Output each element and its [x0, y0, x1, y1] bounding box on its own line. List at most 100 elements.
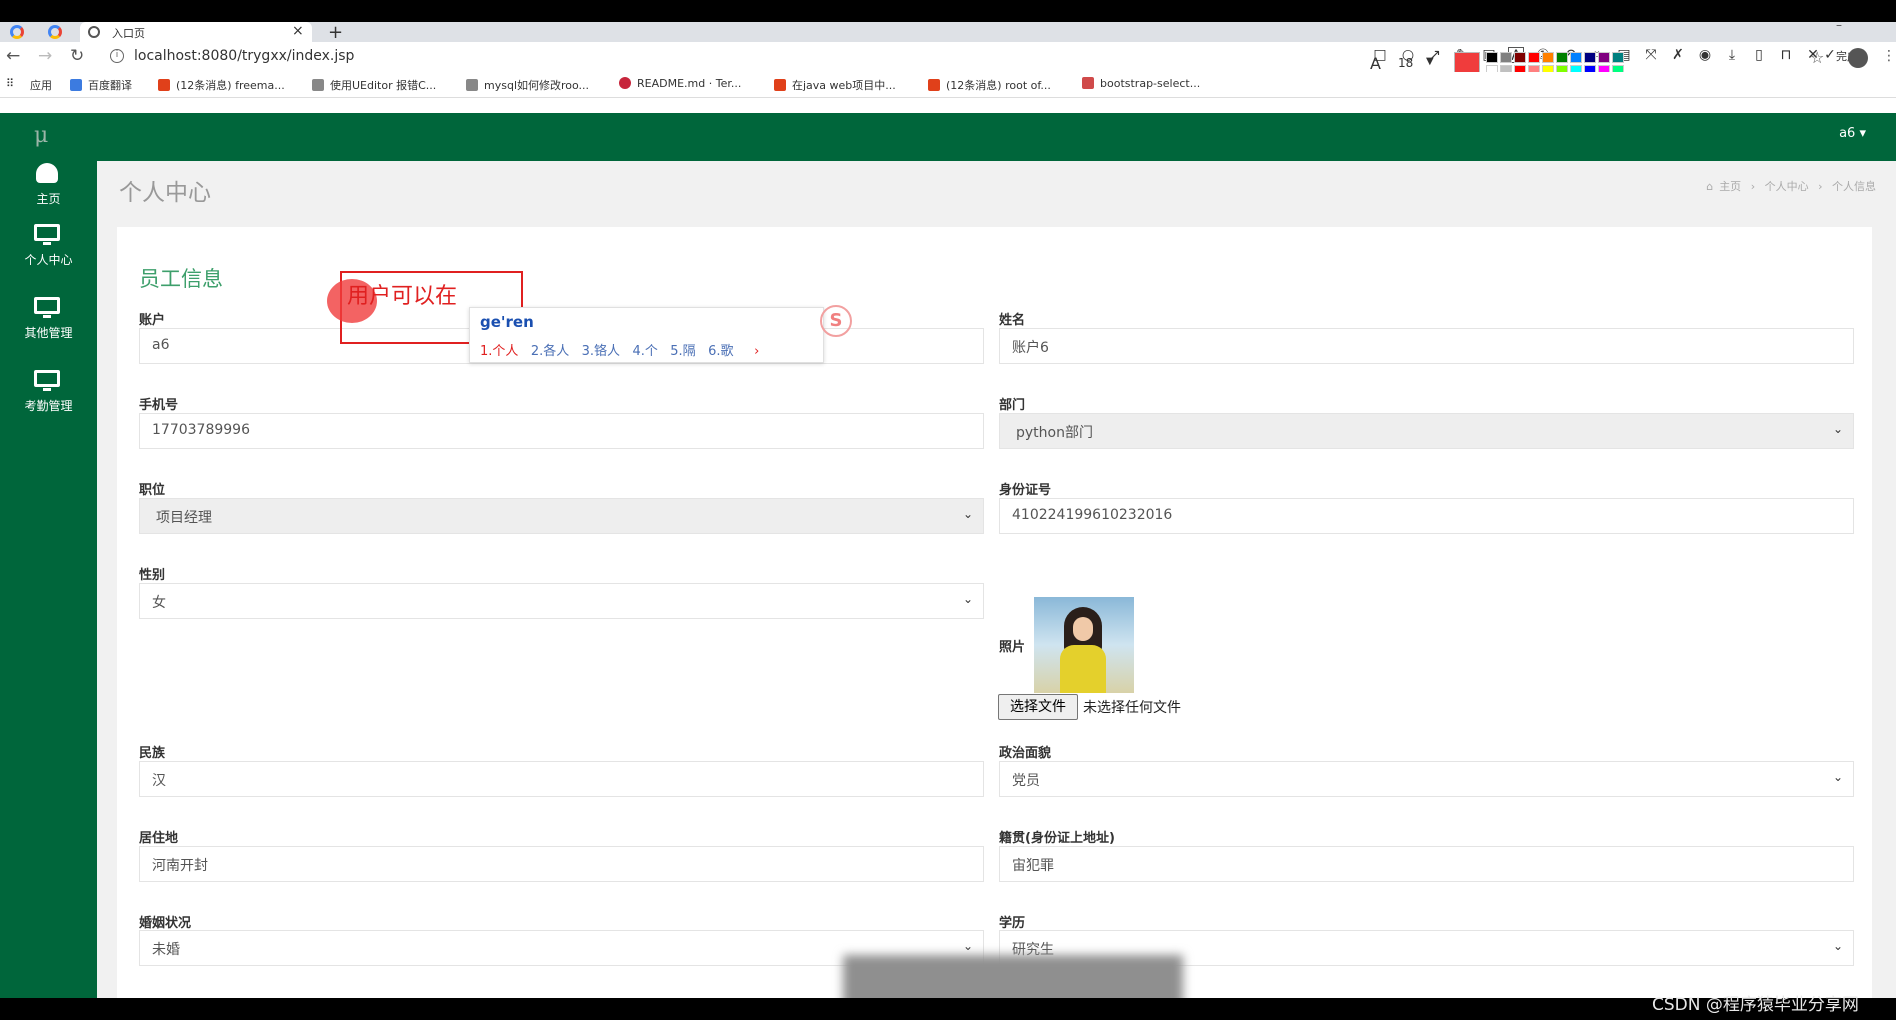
id-number-input[interactable]: 410224199610232016	[999, 498, 1854, 534]
color-swatch[interactable]	[1486, 52, 1498, 63]
choose-file-button[interactable]: 选择文件	[998, 694, 1078, 720]
marital-status-value: 未婚	[152, 942, 180, 958]
ime-candidate[interactable]: 1.个人	[480, 344, 518, 359]
ime-next-page-icon[interactable]: ›	[754, 344, 759, 359]
sidebar-item-other-management[interactable]: 其他管理	[0, 297, 97, 357]
info-icon[interactable]: i	[110, 49, 124, 63]
csdn-icon	[158, 79, 170, 91]
ime-candidate[interactable]: 6.歌	[708, 344, 733, 359]
color-swatch[interactable]	[1612, 52, 1624, 63]
url-field[interactable]: localhost:8080/trygxx/index.jsp	[134, 48, 354, 64]
political-status-select[interactable]: 党员 ⌄	[999, 761, 1854, 797]
photo-label: 照片	[999, 640, 1026, 655]
bookmark-item[interactable]: bootstrap-select...	[1082, 77, 1200, 90]
minimize-icon[interactable]: –	[1836, 22, 1842, 32]
panel-title: 员工信息	[139, 267, 223, 291]
breadcrumb-personal-info: 个人信息	[1832, 180, 1876, 193]
profile-icon[interactable]	[1848, 48, 1868, 68]
name-input[interactable]: 账户6	[999, 328, 1854, 364]
chrome-icon[interactable]	[10, 25, 24, 39]
bookmark-label: (12条消息) freema...	[176, 79, 285, 92]
ime-candidate[interactable]: 3.铬人	[582, 344, 620, 359]
bookmark-item[interactable]: 在java web项目中...	[774, 77, 896, 93]
id-number-label: 身份证号	[999, 483, 1052, 498]
chevron-down-icon: ⌄	[962, 507, 973, 521]
translate-icon	[70, 79, 82, 91]
more-menu-icon[interactable]: ⋮	[1882, 48, 1896, 64]
bookmark-item[interactable]: 百度翻译	[70, 77, 132, 93]
reload-icon[interactable]: ↻	[70, 46, 84, 66]
pin-icon[interactable]: ✗	[1670, 47, 1686, 63]
sidebar-item-label: 主页	[36, 192, 61, 206]
gender-select[interactable]: 女 ⌄	[139, 583, 984, 619]
apps-icon[interactable]: ⠿	[6, 77, 14, 90]
native-place-input[interactable]: 宙犯罪	[999, 846, 1854, 882]
annotation-text[interactable]: 用户可以在	[347, 278, 457, 310]
color-swatch[interactable]	[1500, 52, 1512, 63]
sidebar-item-home[interactable]: 主页	[0, 163, 97, 223]
chevron-down-icon[interactable]: ▼	[1426, 56, 1434, 67]
ime-pinyin: ge'ren	[480, 313, 534, 331]
file-status-text: 未选择任何文件	[1083, 700, 1181, 716]
bookmark-item[interactable]: 使用UEditor 报错C...	[312, 77, 436, 93]
bookmark-item[interactable]: README.md · Ter...	[619, 77, 741, 90]
chevron-down-icon: ⌄	[962, 592, 973, 606]
education-label: 学历	[999, 916, 1026, 931]
browser-tab-bar: 入口页 × + –	[0, 22, 1896, 43]
breadcrumb-personal-center[interactable]: 个人中心	[1765, 180, 1809, 193]
sidebar-item-attendance[interactable]: 考勤管理	[0, 370, 97, 430]
copy-icon[interactable]: ▯	[1751, 47, 1767, 63]
breadcrumb-home[interactable]: 主页	[1719, 180, 1741, 193]
star-icon[interactable]: ☆	[1810, 48, 1824, 67]
ime-candidate[interactable]: 5.隔	[670, 344, 695, 359]
new-tab-icon[interactable]: +	[328, 22, 343, 43]
gender-value: 女	[152, 595, 166, 611]
bookmark-item[interactable]: (12条消息) root of...	[928, 77, 1051, 93]
color-swatch[interactable]	[1584, 52, 1596, 63]
bookmark-label: 应用	[30, 79, 52, 92]
bookmark-item[interactable]: 应用	[30, 77, 52, 93]
color-swatch[interactable]	[1514, 52, 1526, 63]
bookmark-item[interactable]: (12条消息) freema...	[158, 77, 285, 93]
bookmark-icon[interactable]: ⊓	[1778, 47, 1794, 63]
app-sidebar: μ 主页 个人中心 其他管理 考勤管理	[0, 113, 97, 998]
employee-photo	[1034, 597, 1134, 693]
blurred-region	[843, 955, 1183, 998]
font-size-select[interactable]: 18	[1398, 56, 1413, 70]
residence-input[interactable]: 河南开封	[139, 846, 984, 882]
color-swatch[interactable]	[1542, 52, 1554, 63]
color-swatch[interactable]	[1570, 52, 1582, 63]
monitor-icon	[33, 224, 61, 246]
close-tab-icon[interactable]: ×	[292, 23, 304, 39]
back-icon[interactable]: ←	[6, 46, 20, 66]
phone-input[interactable]: 17703789996	[139, 413, 984, 449]
sidebar-item-personal-center[interactable]: 个人中心	[0, 224, 97, 284]
chrome-icon[interactable]	[48, 25, 62, 39]
forward-icon[interactable]: →	[38, 46, 52, 66]
browser-tab-active[interactable]: 入口页 ×	[80, 22, 312, 42]
app-logo[interactable]: μ	[34, 123, 48, 148]
chevron-down-icon: ⌄	[1832, 939, 1843, 953]
download-icon[interactable]: ⤓	[1724, 47, 1740, 63]
color-swatch[interactable]	[1556, 52, 1568, 63]
record-icon[interactable]: ◉	[1697, 47, 1713, 63]
ethnicity-input[interactable]: 汉	[139, 761, 984, 797]
chevron-right-icon: ›	[1750, 180, 1756, 193]
ime-candidate[interactable]: 2.各人	[531, 344, 569, 359]
csdn-icon	[774, 79, 786, 91]
ime-candidate[interactable]: 4.个	[632, 344, 657, 359]
user-menu[interactable]: a6 ▾	[1839, 126, 1866, 141]
position-select[interactable]: 项目经理 ⌄	[139, 498, 984, 534]
bookmark-label: mysql如何修改roo...	[484, 79, 590, 92]
bookmark-label: bootstrap-select...	[1100, 77, 1201, 90]
bookmark-item[interactable]: mysql如何修改roo...	[466, 77, 589, 93]
gitee-icon	[619, 77, 631, 89]
department-select[interactable]: python部门 ⌄	[999, 413, 1854, 449]
color-swatch[interactable]	[1598, 52, 1610, 63]
expand-icon[interactable]: ⤧	[1643, 47, 1659, 63]
color-swatch[interactable]	[1528, 52, 1540, 63]
chevron-down-icon: ⌄	[1832, 422, 1843, 436]
account-label: 账户	[139, 313, 166, 328]
sidebar-item-label: 个人中心	[24, 253, 73, 267]
department-value: python部门	[1016, 425, 1093, 441]
